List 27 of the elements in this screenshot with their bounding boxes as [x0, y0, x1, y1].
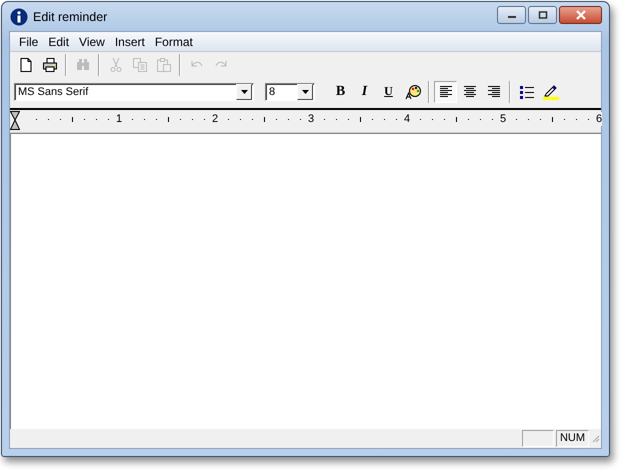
font-dropdown[interactable]: MS Sans Serif — [14, 82, 254, 100]
maximize-button[interactable] — [528, 6, 557, 24]
dropdown-arrow-icon — [302, 90, 308, 94]
resize-grip-icon — [591, 434, 600, 443]
num-lock-indicator: NUM — [556, 430, 589, 447]
ruler-number: 6 — [596, 112, 602, 126]
close-button[interactable] — [559, 6, 602, 24]
underline-button[interactable]: U — [377, 80, 400, 102]
status-panel — [522, 430, 554, 447]
maximize-icon — [538, 11, 548, 19]
menu-item[interactable]: Format — [150, 34, 198, 48]
minimize-button[interactable] — [497, 6, 526, 24]
menu-item[interactable]: File — [14, 34, 44, 48]
close-icon — [574, 10, 586, 20]
italic-button[interactable]: I — [353, 80, 376, 102]
menu-item[interactable]: View — [74, 34, 110, 48]
menu-item[interactable]: Edit — [43, 34, 74, 48]
align-left-button[interactable] — [434, 80, 457, 102]
info-icon — [10, 8, 28, 26]
text-align-icon — [486, 86, 500, 98]
font-size-dropdown[interactable]: 8 — [265, 82, 315, 100]
menu-item[interactable]: Insert — [110, 34, 150, 48]
dropdown-arrow-icon — [240, 90, 248, 94]
window-title: Edit reminder — [33, 10, 108, 24]
bold-button[interactable]: B — [329, 80, 352, 102]
text-align-icon — [462, 86, 476, 98]
text-align-icon — [438, 86, 452, 98]
